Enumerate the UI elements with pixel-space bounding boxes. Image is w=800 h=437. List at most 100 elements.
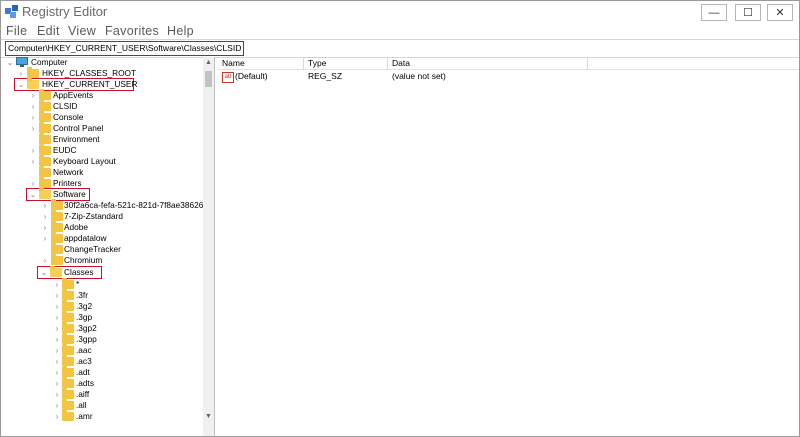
value-type: REG_SZ [308,71,343,81]
folder-icon [62,300,74,311]
tree-item-keyboard-layout[interactable]: › Keyboard Layout [1,155,201,167]
chevron-right-icon[interactable]: › [41,211,49,222]
maximize-button[interactable]: ☐ [735,4,761,21]
tree-item-label: .3gp2 [76,323,97,333]
tree-item-chromium[interactable]: › Chromium [1,254,201,266]
tree-item-appdatalow[interactable]: › appdatalow [1,232,201,244]
chevron-right-icon[interactable]: › [53,400,61,411]
tree-item-class-key[interactable]: › .3g2 [1,300,201,312]
menu-favorites[interactable]: Favorites [105,24,159,38]
chevron-right-icon[interactable]: › [53,301,61,312]
chevron-right-icon[interactable]: › [29,112,37,123]
chevron-right-icon[interactable]: › [53,367,61,378]
chevron-right-icon[interactable]: › [53,312,61,323]
chevron-right-icon[interactable]: › [53,411,61,422]
tree-item-appevents[interactable]: › AppEvents [1,89,201,101]
tree-vertical-scrollbar[interactable]: ▲ ▼ [203,57,214,436]
registry-editor-window: Registry Editor — ☐ ✕ File Edit View Fav… [0,0,800,437]
menu-view[interactable]: View [68,24,96,38]
tree-item-eudc[interactable]: › EUDC [1,144,201,156]
chevron-right-icon[interactable]: › [29,178,37,189]
folder-icon [62,355,74,366]
scrollbar-thumb[interactable] [205,71,212,87]
values-pane[interactable]: Name Type Data ab (Default) REG_SZ (valu… [218,57,799,436]
menu-help[interactable]: Help [167,24,194,38]
chevron-right-icon[interactable]: › [53,389,61,400]
tree-item-hkey-current-user[interactable]: ⌄ HKEY_CURRENT_USER [14,78,137,91]
chevron-right-icon[interactable]: › [17,68,25,79]
tree-item-label: Network [53,167,84,177]
chevron-down-icon[interactable]: ⌄ [17,79,25,90]
chevron-right-icon[interactable]: › [53,345,61,356]
tree-item-class-key[interactable]: › .ac3 [1,355,201,367]
chevron-down-icon[interactable]: ⌄ [40,267,48,278]
chevron-right-icon[interactable]: › [41,222,49,233]
folder-icon [51,221,63,232]
column-header-name[interactable]: Name [218,57,304,69]
menu-file[interactable]: File [6,24,27,38]
chevron-right-icon[interactable]: › [41,200,49,211]
tree-item-class-key[interactable]: › .adts [1,377,201,389]
key-tree-pane[interactable]: ⌄ Computer › HKEY_CLASSES_ROOT ⌄ HKEY_CU… [1,57,215,436]
tree-item-classes[interactable]: ⌄ Classes [37,266,102,279]
tree-item-environment[interactable]: Environment [1,133,201,145]
tree-item-network[interactable]: Network [1,166,201,178]
chevron-right-icon[interactable]: › [53,334,61,345]
chevron-right-icon[interactable]: › [53,378,61,389]
tree-item-class-key[interactable]: › * [1,278,201,290]
chevron-right-icon[interactable]: › [53,290,61,301]
tree-item-label: 30f2a6ca-fefa-521c-821d-7f8ae38626 [64,200,204,210]
chevron-right-icon[interactable]: › [29,101,37,112]
scroll-down-arrow-icon[interactable]: ▼ [205,413,212,420]
folder-icon [62,377,74,388]
chevron-right-icon[interactable]: › [53,356,61,367]
chevron-right-icon[interactable]: › [29,123,37,134]
tree-item-label: Classes [64,267,94,277]
tree-item-console[interactable]: › Console [1,111,201,123]
chevron-right-icon[interactable]: › [53,279,61,290]
column-header-data[interactable]: Data [388,57,588,69]
tree-item-label: Adobe [64,222,88,232]
tree-item-class-key[interactable]: › .3gp2 [1,322,201,334]
address-path[interactable]: Computer\HKEY_CURRENT_USER\Software\Clas… [5,41,245,56]
maximize-icon: ☐ [743,7,753,19]
tree-item-label: .3gp [76,312,93,322]
tree-item-class-key[interactable]: › .3fr [1,289,201,301]
folder-icon [62,410,74,421]
tree-item-label: .adt [76,367,90,377]
tree-item-control-panel[interactable]: › Control Panel [1,122,201,134]
chevron-right-icon[interactable]: › [29,145,37,156]
folder-icon [27,67,39,78]
chevron-right-icon[interactable]: › [29,90,37,101]
tree-item-7-zip-zstandard[interactable]: › 7-Zip-Zstandard [1,210,201,222]
tree-item-class-key[interactable]: › .adt [1,366,201,378]
tree-item-changetracker[interactable]: ChangeTracker [1,243,201,255]
address-bar[interactable]: Computer\HKEY_CURRENT_USER\Software\Clas… [1,39,799,58]
tree-item-printers[interactable]: › Printers [1,177,201,189]
tree-item-label: Console [53,112,84,122]
tree-item-software[interactable]: ⌄ Software [26,188,90,201]
chevron-right-icon[interactable]: › [53,323,61,334]
chevron-down-icon[interactable]: ⌄ [29,189,37,200]
chevron-down-icon[interactable]: ⌄ [6,57,14,68]
menu-edit[interactable]: Edit [37,24,60,38]
tree-item-30f2a6ca[interactable]: › 30f2a6ca-fefa-521c-821d-7f8ae38626 [1,199,204,211]
tree-item-clsid[interactable]: › CLSID [1,100,201,112]
chevron-right-icon[interactable]: › [29,156,37,167]
computer-icon [16,57,28,67]
scroll-up-arrow-icon[interactable]: ▲ [205,59,212,66]
tree-item-class-key[interactable]: › .all [1,399,201,411]
tree-item-class-key[interactable]: › .3gpp [1,333,201,345]
title-bar[interactable]: Registry Editor — ☐ ✕ [1,1,799,23]
chevron-right-icon[interactable]: › [41,255,49,266]
tree-item-class-key[interactable]: › .amr [1,410,201,422]
chevron-right-icon[interactable]: › [41,233,49,244]
minimize-button[interactable]: — [701,4,727,21]
column-header-type[interactable]: Type [304,57,388,69]
tree-item-label: Environment [53,134,100,144]
tree-item-class-key[interactable]: › .aiff [1,388,201,400]
tree-item-class-key[interactable]: › .3gp [1,311,201,323]
tree-item-class-key[interactable]: › .aac [1,344,201,356]
close-button[interactable]: ✕ [767,4,793,21]
tree-item-adobe[interactable]: › Adobe [1,221,201,233]
